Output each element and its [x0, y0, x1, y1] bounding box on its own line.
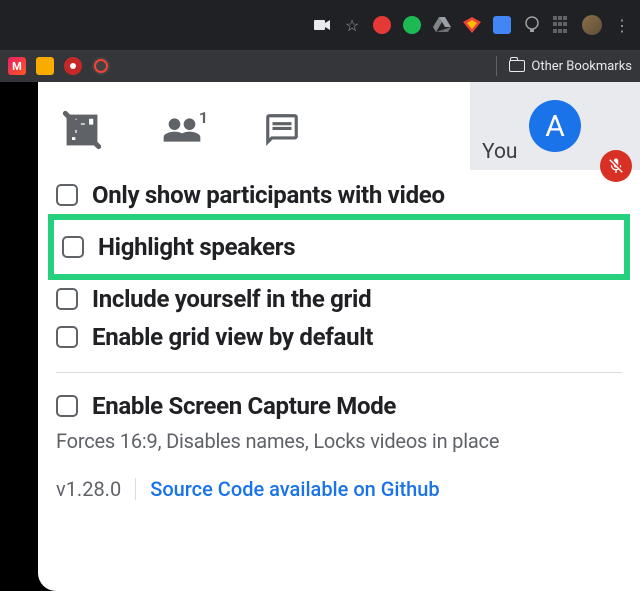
people-icon[interactable]: 1	[162, 110, 202, 150]
browser-toolbar: ☆ ⋮	[0, 0, 640, 50]
bookmark-netflix-icon[interactable]	[92, 57, 110, 75]
option-description: Forces 16:9, Disables names, Locks video…	[56, 429, 622, 453]
bookmark-notes-icon[interactable]	[36, 57, 54, 75]
checkbox[interactable]	[62, 236, 84, 258]
grid-off-icon[interactable]	[62, 110, 102, 150]
grammarly-icon[interactable]	[402, 15, 422, 35]
option-include-yourself[interactable]: Include yourself in the grid	[56, 280, 622, 318]
people-count-badge: 1	[199, 108, 208, 127]
option-highlight-speakers[interactable]: Highlight speakers	[62, 228, 616, 266]
option-label: Include yourself in the grid	[92, 285, 371, 313]
shield-icon[interactable]	[372, 15, 392, 35]
option-screen-capture[interactable]: Enable Screen Capture Mode	[56, 387, 622, 425]
other-bookmarks-button[interactable]: Other Bookmarks	[496, 56, 632, 76]
checkbox[interactable]	[56, 395, 78, 417]
source-link[interactable]: Source Code available on Github	[150, 477, 439, 501]
version-label: v1.28.0	[56, 477, 121, 501]
self-video-tile[interactable]: A You	[470, 82, 640, 170]
bookmark-myntra-icon[interactable]: M	[8, 57, 26, 75]
camera-icon[interactable]	[312, 15, 332, 35]
divider	[496, 56, 497, 76]
content-area: A You 1 Only show participants with vide…	[0, 82, 640, 591]
checkbox[interactable]	[56, 184, 78, 206]
drive-icon[interactable]	[432, 15, 452, 35]
library-icon[interactable]	[492, 15, 512, 35]
bookmark-youtube-music-icon[interactable]	[64, 57, 82, 75]
footer-row: v1.28.0 Source Code available on Github	[56, 477, 622, 501]
bookmarks-bar: M Other Bookmarks	[0, 50, 640, 82]
folder-icon	[509, 60, 525, 72]
divider	[135, 478, 136, 500]
option-label: Only show participants with video	[92, 181, 445, 209]
option-enable-default[interactable]: Enable grid view by default	[56, 318, 622, 356]
apps-grid-icon[interactable]	[552, 15, 572, 35]
checkbox[interactable]	[56, 326, 78, 348]
superhero-icon[interactable]	[462, 15, 482, 35]
option-only-video[interactable]: Only show participants with video	[56, 176, 622, 214]
self-tile-label: You	[482, 140, 518, 164]
highlight-annotation: Highlight speakers	[48, 214, 630, 280]
avatar: A	[529, 100, 581, 152]
separator	[56, 372, 622, 373]
mic-muted-icon[interactable]	[600, 150, 632, 182]
profile-avatar-icon[interactable]	[582, 15, 602, 35]
bulb-icon[interactable]	[522, 15, 542, 35]
option-label: Enable grid view by default	[92, 323, 373, 351]
extension-panel: A You 1 Only show participants with vide…	[38, 82, 640, 591]
other-bookmarks-label: Other Bookmarks	[531, 59, 632, 74]
checkbox[interactable]	[56, 288, 78, 310]
options-list: Only show participants with video Highli…	[38, 176, 640, 501]
option-label: Highlight speakers	[98, 233, 295, 261]
chat-icon[interactable]	[262, 110, 302, 150]
more-menu-icon[interactable]: ⋮	[612, 15, 632, 35]
star-icon[interactable]: ☆	[342, 15, 362, 35]
option-label: Enable Screen Capture Mode	[92, 392, 396, 420]
